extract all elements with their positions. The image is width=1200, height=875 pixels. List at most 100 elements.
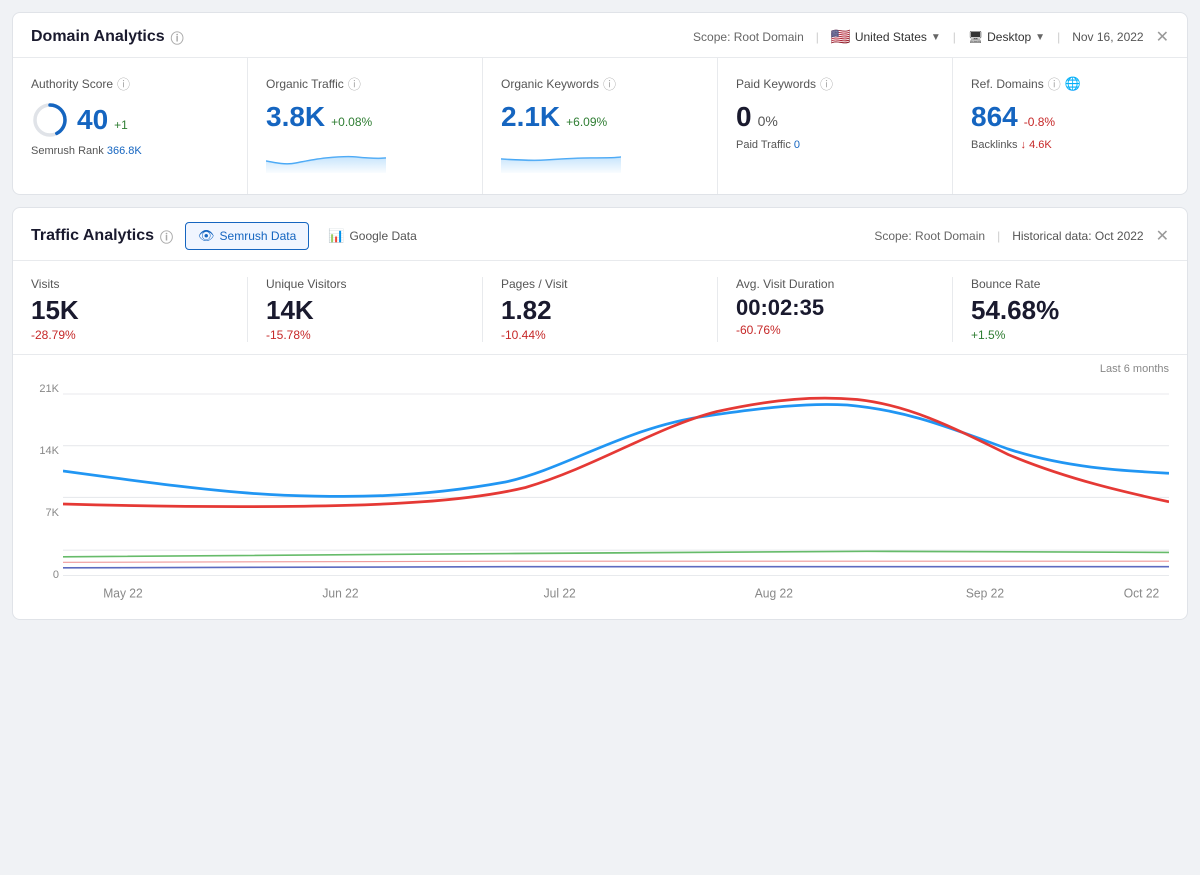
- bounce-rate-metric: Bounce Rate 54.68% +1.5%: [953, 277, 1187, 342]
- y-label-7k: 7K: [31, 507, 59, 519]
- visits-value: 15K: [31, 295, 229, 326]
- traffic-analytics-info-icon[interactable]: ⓘ: [160, 227, 173, 246]
- svg-text:Sep 22: Sep 22: [966, 586, 1004, 601]
- separator-3: |: [1057, 30, 1060, 44]
- domain-analytics-header: Domain Analytics ⓘ Scope: Root Domain | …: [13, 13, 1187, 58]
- paid-keywords-change: 0%: [758, 113, 778, 129]
- domain-analytics-title: Domain Analytics ⓘ: [31, 28, 184, 47]
- visits-change: -28.79%: [31, 328, 229, 342]
- bounce-rate-change: +1.5%: [971, 328, 1169, 342]
- ref-domains-label: Ref. Domains ⓘ 🌐: [971, 74, 1169, 93]
- y-label-14k: 14K: [31, 445, 59, 457]
- unique-visitors-metric: Unique Visitors 14K -15.78%: [248, 277, 483, 342]
- country-chevron-icon: ▼: [931, 32, 941, 43]
- paid-keywords-metric: Paid Keywords ⓘ 0 0% Paid Traffic 0: [718, 58, 953, 194]
- traffic-header-right: Scope: Root Domain | Historical data: Oc…: [874, 226, 1169, 246]
- paid-keywords-value: 0 0%: [736, 101, 934, 133]
- traffic-tab-buttons: 👁 Semrush Data 📊 Google Data: [185, 222, 430, 250]
- domain-scope-label: Scope: Root Domain: [693, 30, 804, 44]
- visits-label: Visits: [31, 277, 229, 291]
- authority-score-sub: Semrush Rank 366.8K: [31, 145, 229, 157]
- ref-domains-change: -0.8%: [1024, 115, 1055, 129]
- organic-traffic-value: 3.8K +0.08%: [266, 101, 464, 133]
- separator-2: |: [953, 30, 956, 44]
- semrush-data-tab[interactable]: 👁 Semrush Data: [185, 222, 309, 250]
- traffic-analytics-card: Traffic Analytics ⓘ 👁 Semrush Data 📊 Goo…: [12, 207, 1188, 620]
- domain-analytics-card: Domain Analytics ⓘ Scope: Root Domain | …: [12, 12, 1188, 195]
- traffic-title-area: Traffic Analytics ⓘ 👁 Semrush Data 📊 Goo…: [31, 222, 430, 250]
- authority-score-change: +1: [114, 118, 128, 132]
- bounce-rate-label: Bounce Rate: [971, 277, 1169, 291]
- unique-visitors-value: 14K: [266, 295, 464, 326]
- avg-visit-duration-label: Avg. Visit Duration: [736, 277, 934, 291]
- traffic-analytics-header: Traffic Analytics ⓘ 👁 Semrush Data 📊 Goo…: [13, 208, 1187, 261]
- country-label: United States: [855, 30, 927, 44]
- domain-analytics-close-button[interactable]: ✕: [1156, 27, 1169, 47]
- device-selector[interactable]: 🖥 Desktop ▼: [968, 30, 1045, 44]
- organic-traffic-sparkline: [266, 141, 386, 173]
- google-data-tab[interactable]: 📊 Google Data: [315, 222, 430, 250]
- authority-score-value: 40 +1: [77, 104, 128, 136]
- avg-visit-duration-change: -60.76%: [736, 323, 934, 337]
- traffic-chart-area: Last 6 months 21K 14K 7K 0: [13, 355, 1187, 619]
- svg-text:Aug 22: Aug 22: [755, 586, 793, 601]
- organic-traffic-metric: Organic Traffic ⓘ 3.8K +0.08%: [248, 58, 483, 194]
- device-chevron-icon: ▼: [1035, 32, 1045, 43]
- traffic-chart-svg-wrap: May 22 Jun 22 Jul 22 Aug 22 Sep 22 Oct 2…: [63, 383, 1169, 603]
- unique-visitors-change: -15.78%: [266, 328, 464, 342]
- y-label-0: 0: [31, 569, 59, 581]
- chart-y-axis: 21K 14K 7K 0: [31, 383, 59, 603]
- organic-keywords-metric: Organic Keywords ⓘ 2.1K +6.09%: [483, 58, 718, 194]
- domain-analytics-title-text: Domain Analytics: [31, 28, 165, 46]
- pages-per-visit-change: -10.44%: [501, 328, 699, 342]
- ref-domains-info-icon[interactable]: ⓘ: [1048, 74, 1061, 93]
- avg-visit-duration-metric: Avg. Visit Duration 00:02:35 -60.76%: [718, 277, 953, 342]
- paid-keywords-label: Paid Keywords ⓘ: [736, 74, 934, 93]
- authority-score-circle-icon: [31, 101, 69, 139]
- svg-text:Oct 22: Oct 22: [1124, 586, 1159, 601]
- ref-domains-metric: Ref. Domains ⓘ 🌐 864 -0.8% Backlinks ↓ 4…: [953, 58, 1187, 194]
- paid-keywords-info-icon[interactable]: ⓘ: [820, 74, 833, 93]
- traffic-metrics-row: Visits 15K -28.79% Unique Visitors 14K -…: [13, 261, 1187, 355]
- organic-traffic-info-icon[interactable]: ⓘ: [348, 74, 361, 93]
- pages-per-visit-label: Pages / Visit: [501, 277, 699, 291]
- traffic-historical-label: Historical data: Oct 2022: [1012, 229, 1143, 243]
- desktop-icon: 🖥: [968, 30, 983, 44]
- bounce-rate-value: 54.68%: [971, 295, 1169, 326]
- globe-icon: 🌐: [1065, 76, 1081, 92]
- authority-score-metric: Authority Score ⓘ 40 +1 Semrush Rank 366…: [13, 58, 248, 194]
- svg-text:Jun 22: Jun 22: [322, 586, 358, 601]
- device-label: Desktop: [987, 30, 1031, 44]
- pages-per-visit-value: 1.82: [501, 295, 699, 326]
- organic-keywords-sparkline: [501, 141, 621, 173]
- organic-traffic-change: +0.08%: [331, 115, 372, 129]
- traffic-analytics-close-button[interactable]: ✕: [1156, 226, 1169, 246]
- domain-analytics-info-icon[interactable]: ⓘ: [171, 28, 184, 47]
- svg-text:May 22: May 22: [103, 586, 143, 601]
- country-selector[interactable]: 🇺🇸 United States ▼: [831, 27, 941, 47]
- organic-keywords-info-icon[interactable]: ⓘ: [603, 74, 616, 93]
- organic-keywords-label: Organic Keywords ⓘ: [501, 74, 699, 93]
- paid-traffic-sub: Paid Traffic 0: [736, 139, 934, 151]
- date-label: Nov 16, 2022: [1072, 30, 1143, 44]
- domain-analytics-metrics-row: Authority Score ⓘ 40 +1 Semrush Rank 366…: [13, 58, 1187, 194]
- organic-keywords-value: 2.1K +6.09%: [501, 101, 699, 133]
- chart-period-label: Last 6 months: [31, 363, 1169, 375]
- us-flag-icon: 🇺🇸: [831, 27, 851, 47]
- svg-text:Jul 22: Jul 22: [544, 586, 576, 601]
- ref-domains-value: 864 -0.8%: [971, 101, 1169, 133]
- organic-keywords-change: +6.09%: [566, 115, 607, 129]
- domain-analytics-header-right: Scope: Root Domain | 🇺🇸 United States ▼ …: [693, 27, 1169, 47]
- traffic-analytics-title: Traffic Analytics ⓘ: [31, 227, 173, 246]
- traffic-separator: |: [997, 229, 1000, 243]
- visits-metric: Visits 15K -28.79%: [13, 277, 248, 342]
- traffic-chart-svg: May 22 Jun 22 Jul 22 Aug 22 Sep 22 Oct 2…: [63, 383, 1169, 603]
- authority-score-info-icon[interactable]: ⓘ: [117, 74, 130, 93]
- backlinks-sub: Backlinks ↓ 4.6K: [971, 139, 1169, 151]
- avg-visit-duration-value: 00:02:35: [736, 295, 934, 321]
- traffic-scope-label: Scope: Root Domain: [874, 229, 985, 243]
- y-label-21k: 21K: [31, 383, 59, 395]
- separator-1: |: [816, 30, 819, 44]
- unique-visitors-label: Unique Visitors: [266, 277, 464, 291]
- authority-score-label: Authority Score ⓘ: [31, 74, 229, 93]
